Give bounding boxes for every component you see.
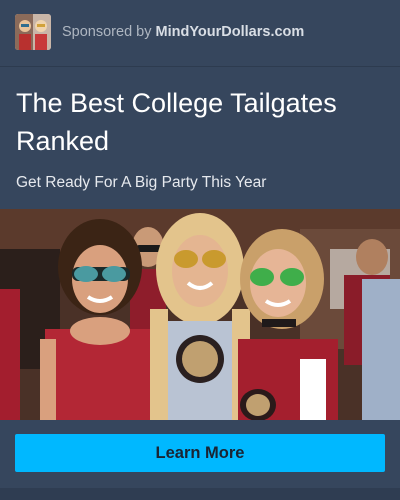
post-header: Sponsored by MindYourDollars.com: [0, 0, 400, 66]
post-title[interactable]: The Best College Tailgates Ranked: [16, 84, 386, 160]
tailgate-photo-illustration: [0, 209, 400, 420]
sponsor-name-link[interactable]: MindYourDollars.com: [156, 24, 305, 40]
sponsor-prefix: Sponsored by: [62, 24, 152, 40]
post-subtitle: Get Ready For A Big Party This Year: [16, 174, 267, 191]
learn-more-button[interactable]: Learn More: [15, 434, 385, 472]
header-divider: [0, 66, 400, 67]
tailgate-photo[interactable]: [0, 209, 400, 420]
advertiser-avatar-icon[interactable]: [15, 14, 51, 50]
sponsor-line: Sponsored by MindYourDollars.com: [62, 24, 304, 40]
sponsored-post-card: Sponsored by MindYourDollars.com The Bes…: [0, 0, 400, 500]
post-footer-bar: [0, 488, 400, 500]
